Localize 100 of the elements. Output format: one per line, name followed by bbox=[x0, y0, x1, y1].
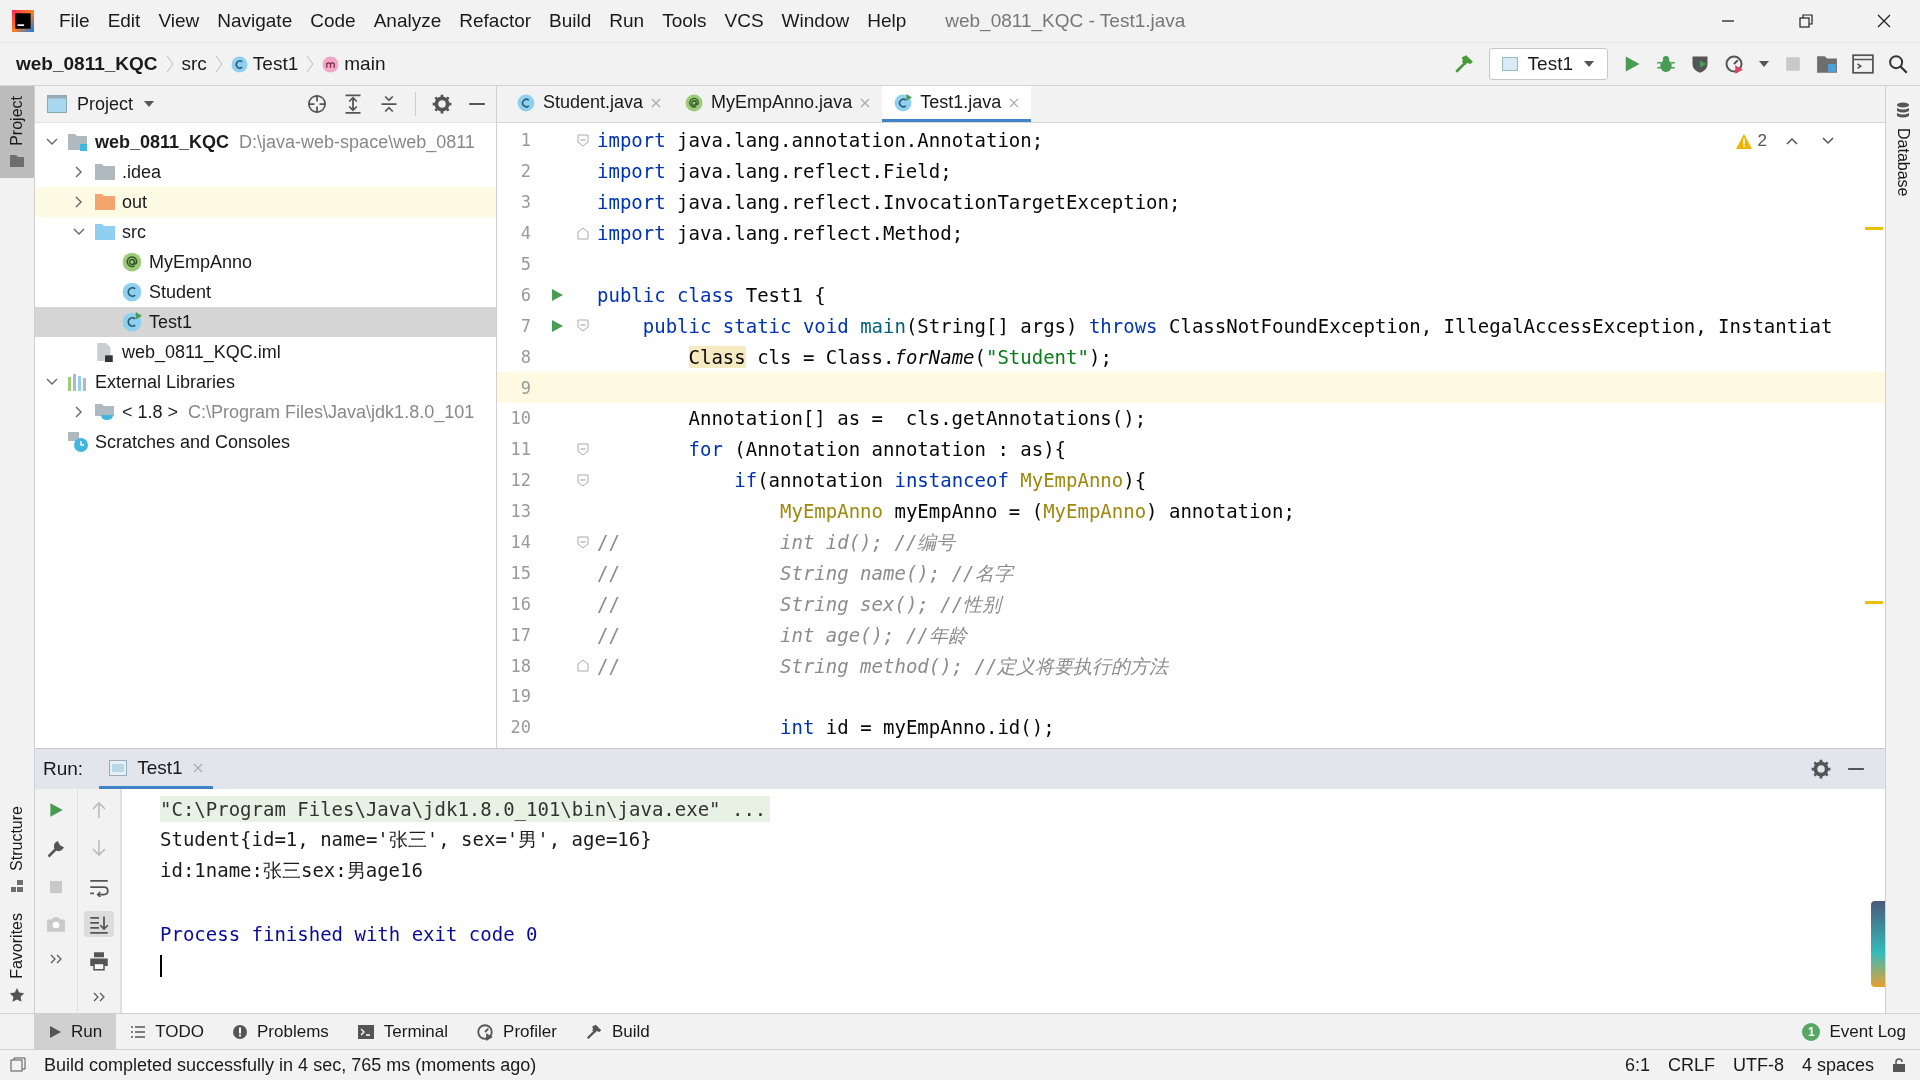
menu-item[interactable]: Navigate bbox=[208, 6, 302, 36]
tool-window-tab[interactable]: Structure bbox=[0, 796, 34, 904]
menu-item[interactable]: Window bbox=[772, 6, 859, 36]
line-number: 8 bbox=[519, 346, 531, 367]
menu-item[interactable]: VCS bbox=[715, 6, 773, 36]
menu-item[interactable]: File bbox=[50, 6, 99, 36]
console-icon bbox=[109, 759, 128, 776]
tool-window-tab[interactable]: Project bbox=[0, 86, 34, 178]
code-line: import java.lang.reflect.Field; bbox=[597, 159, 952, 184]
folder-icon[interactable] bbox=[1816, 54, 1838, 74]
settings-icon[interactable] bbox=[1811, 759, 1831, 779]
line-number: 2 bbox=[519, 161, 531, 182]
tree-item[interactable]: < 1.8 > C:\Program Files\Java\jdk1.8.0_101 bbox=[35, 397, 496, 427]
editor-tab[interactable]: MyEmpAnno.java bbox=[673, 86, 883, 122]
tool-tab[interactable]: Build bbox=[570, 1014, 664, 1049]
tree-item[interactable]: Test1 bbox=[35, 307, 496, 337]
caret-icon[interactable] bbox=[1758, 60, 1770, 68]
panel-toggle-icon[interactable] bbox=[10, 1057, 26, 1073]
tree-item[interactable]: src bbox=[35, 217, 496, 247]
tool-tab[interactable]: TODO bbox=[116, 1014, 218, 1049]
annotation-icon bbox=[685, 93, 704, 112]
editor-tab[interactable]: Student.java bbox=[505, 86, 674, 122]
window-icon bbox=[47, 95, 67, 113]
folder-icon bbox=[9, 153, 25, 168]
menu-item[interactable]: Help bbox=[858, 6, 916, 36]
status-item[interactable]: CRLF bbox=[1667, 1054, 1715, 1076]
tree-item[interactable]: .idea bbox=[35, 157, 496, 187]
printer-icon[interactable] bbox=[89, 951, 109, 971]
tree-item[interactable]: out bbox=[35, 187, 496, 217]
class-icon bbox=[122, 282, 142, 302]
app-logo-icon bbox=[12, 10, 34, 32]
folder-icon bbox=[94, 223, 116, 241]
collapse-all-icon[interactable] bbox=[379, 94, 399, 114]
tree-item[interactable]: Scratches and Consoles bbox=[35, 427, 496, 457]
menu-item[interactable]: Run bbox=[600, 6, 654, 36]
menu-item[interactable]: Edit bbox=[98, 6, 150, 36]
bug-icon[interactable] bbox=[1656, 54, 1676, 74]
chevron-icon bbox=[306, 54, 315, 74]
breadcrumb[interactable]: Test1 bbox=[230, 53, 299, 75]
tool-tab[interactable]: Profiler bbox=[462, 1014, 571, 1049]
shield-icon[interactable] bbox=[1690, 54, 1710, 74]
memory-indicator[interactable] bbox=[1871, 901, 1885, 987]
status-item[interactable]: 4 spaces bbox=[1801, 1054, 1874, 1076]
line-number: 3 bbox=[519, 192, 531, 213]
expand-all-icon[interactable] bbox=[343, 94, 363, 114]
window-icon[interactable] bbox=[1852, 54, 1874, 74]
database-icon[interactable] bbox=[1895, 102, 1911, 120]
restore-icon[interactable] bbox=[1798, 13, 1814, 29]
editor-tab[interactable]: Test1.java bbox=[882, 86, 1032, 122]
soft-wrap-icon[interactable] bbox=[89, 877, 109, 897]
search-icon[interactable] bbox=[1888, 54, 1908, 74]
tree-item[interactable]: Student bbox=[35, 277, 496, 307]
code-line: // String sex(); //性别 bbox=[597, 591, 1002, 616]
tool-window-tab[interactable]: Database bbox=[1886, 124, 1920, 201]
status-item[interactable]: UTF-8 bbox=[1732, 1054, 1784, 1076]
menu-item[interactable]: Refactor bbox=[450, 6, 541, 36]
gauge-icon[interactable] bbox=[1724, 54, 1744, 74]
run-gutter-icon[interactable] bbox=[550, 318, 564, 333]
tool-tab[interactable]: Terminal bbox=[342, 1014, 463, 1049]
line-number: 13 bbox=[509, 501, 531, 522]
run-configuration-dropdown[interactable]: Test1 bbox=[1488, 48, 1608, 80]
scroll-to-end-button[interactable] bbox=[84, 911, 114, 937]
run-gutter-icon[interactable] bbox=[550, 287, 564, 302]
more-icon[interactable] bbox=[49, 953, 63, 965]
code-line: public static void main(String[] args) throws ClassNotFoundException, IllegalAccessException, Instantiat bbox=[641, 313, 1833, 338]
code-line: import java.lang.reflect.Method; bbox=[597, 221, 964, 246]
breadcrumb[interactable]: web_0811_KQC bbox=[16, 53, 158, 75]
tool-window-tab[interactable]: Favorites bbox=[0, 903, 34, 1013]
rerun-icon[interactable] bbox=[47, 801, 65, 819]
close-icon[interactable] bbox=[1876, 13, 1892, 29]
settings-icon[interactable] bbox=[432, 94, 452, 114]
tree-item[interactable]: web_0811_KQC D:\java-web-space\web_0811 bbox=[35, 127, 496, 157]
lock-icon[interactable] bbox=[1892, 1058, 1906, 1072]
tree-item[interactable]: MyEmpAnno bbox=[35, 247, 496, 277]
tree-item[interactable]: External Libraries bbox=[35, 367, 496, 397]
code-line: for (Annotation annotation : as){ bbox=[687, 437, 1067, 462]
stop-icon bbox=[1784, 55, 1802, 73]
code-line: MyEmpAnno myEmpAnno = (MyEmpAnno) annotation; bbox=[779, 499, 1295, 524]
menu-item[interactable]: Build bbox=[540, 6, 601, 36]
breadcrumb[interactable]: main bbox=[322, 53, 386, 75]
tool-tab[interactable]: Run bbox=[34, 1014, 117, 1049]
breadcrumb[interactable]: src bbox=[181, 53, 207, 75]
tool-tab[interactable]: Problems bbox=[218, 1014, 343, 1049]
code-line: int id = myEmpAnno.id(); bbox=[779, 715, 1055, 740]
line-number: 16 bbox=[509, 593, 531, 614]
menu-item[interactable]: View bbox=[149, 6, 209, 36]
crosshair-icon[interactable] bbox=[307, 94, 327, 114]
run-label: Run: bbox=[43, 758, 84, 780]
wrench-icon[interactable] bbox=[46, 839, 66, 859]
line-number: 18 bbox=[509, 655, 531, 676]
menu-item[interactable]: Analyze bbox=[364, 6, 451, 36]
project-view-dropdown[interactable]: Project bbox=[45, 93, 156, 115]
event-log-tab[interactable]: 1 Event Log bbox=[1788, 1014, 1920, 1049]
code-line: // int id(); //编号 bbox=[597, 530, 956, 554]
status-item[interactable]: 6:1 bbox=[1624, 1054, 1650, 1076]
more-icon[interactable] bbox=[92, 991, 106, 1003]
menu-item[interactable]: Code bbox=[301, 6, 365, 36]
menu-item[interactable]: Tools bbox=[653, 6, 716, 36]
code-line: Class cls = Class.forName("Student"); bbox=[687, 344, 1112, 369]
tree-item[interactable]: web_0811_KQC.iml bbox=[35, 337, 496, 367]
